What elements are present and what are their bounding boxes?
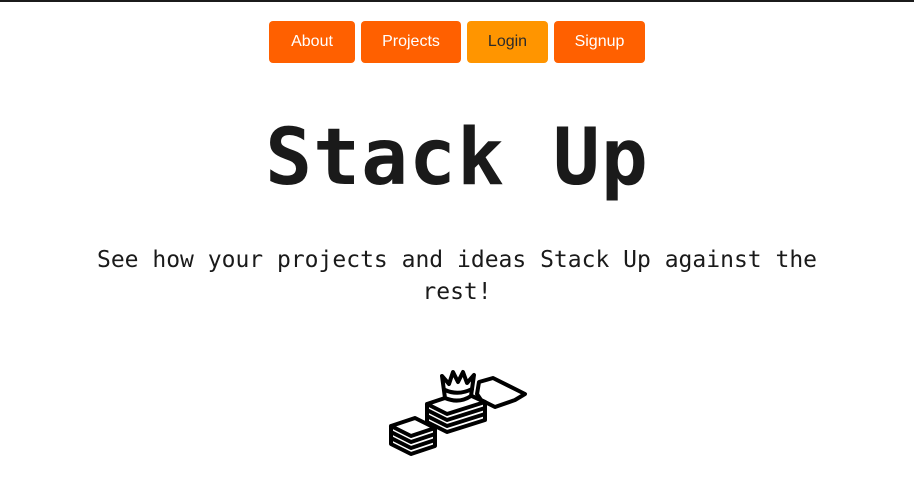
main-nav: About Projects Login Signup [0,21,914,63]
nav-login-button[interactable]: Login [467,21,548,63]
nav-projects-button[interactable]: Projects [361,21,461,63]
nav-about-button[interactable]: About [269,21,355,63]
nav-signup-button[interactable]: Signup [554,21,645,63]
stacked-blocks-crown-icon [385,366,531,462]
top-border [0,0,914,2]
page-title: Stack Up [265,113,649,203]
page-subtitle: See how your projects and ideas Stack Up… [96,247,818,305]
